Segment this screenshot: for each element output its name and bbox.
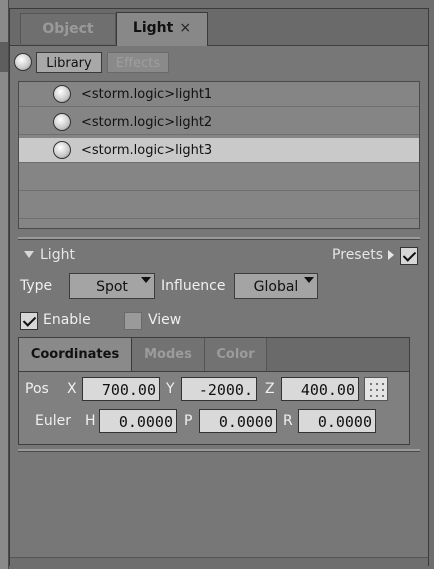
enable-checkbox[interactable] [20,312,38,330]
bottom-bar [10,557,428,566]
z-axis-label: Z [265,381,275,397]
section-title: Light [40,247,75,263]
chevron-down-icon [304,277,314,283]
divider [18,237,420,240]
light-name: <storm.logic>light2 [81,115,213,130]
euler-h-field[interactable]: 0.0000 [99,409,177,433]
r-axis-label: R [283,413,293,429]
euler-r-field[interactable]: 0.0000 [298,409,376,433]
influence-dropdown[interactable]: Global [234,273,318,299]
euler-p-field[interactable]: 0.0000 [199,409,277,433]
enable-row: Enable View [18,309,422,333]
type-label: Type [20,278,53,294]
library-toolbar: Library Effects [10,49,428,77]
enable-label: Enable [43,312,91,328]
tab-light-label: Light [132,20,174,36]
light-toggle-icon[interactable] [53,85,71,103]
y-axis-label: Y [166,381,175,397]
x-axis-label: X [67,381,77,397]
tab-coordinates[interactable]: Coordinates [19,338,132,371]
collapse-triangle-icon[interactable] [24,251,34,258]
toggle-circle-button[interactable] [14,53,32,71]
influence-label: Influence [161,278,226,294]
empty-list-row [19,194,419,219]
type-value: Spot [96,279,128,295]
influence-value: Global [253,279,299,295]
tab-light[interactable]: Light × [116,12,208,46]
pos-label: Pos [25,381,49,397]
empty-list-row [19,166,419,191]
tab-object[interactable]: Object [20,13,116,44]
effects-button[interactable]: Effects [107,52,169,73]
type-dropdown[interactable]: Spot [69,273,155,299]
light-toggle-icon[interactable] [53,141,71,159]
pos-y-field[interactable]: -2000. [181,377,257,401]
pos-x-field[interactable]: 700.00 [82,377,160,401]
tab-bar: Object Light × [10,9,428,46]
light-section-header[interactable]: Light Presets [18,245,422,267]
pos-row: Pos X 700.00 Y -2000. Z 400.00 [19,377,409,403]
dock-handle[interactable] [0,42,8,72]
grid-dots-icon[interactable] [364,377,388,401]
light-panel: Object Light × Library Effects <storm.log… [9,8,429,566]
p-axis-label: P [184,413,193,429]
light-name: <storm.logic>light1 [81,87,213,102]
list-item-selected[interactable]: <storm.logic>light3 [19,138,419,163]
euler-row: Euler H 0.0000 P 0.0000 R 0.0000 [19,409,409,435]
view-checkbox[interactable] [124,312,142,330]
light-list: <storm.logic>light1 <storm.logic>light2 … [18,81,420,229]
view-label: View [148,312,182,328]
light-toggle-icon[interactable] [53,113,71,131]
close-icon[interactable]: × [179,20,191,36]
tab-modes[interactable]: Modes [132,338,205,371]
chevron-down-icon [141,277,151,283]
subtab-bar: Coordinates Modes Color [19,338,409,372]
presets-arrow-icon [388,250,394,260]
presets-checkbox[interactable] [400,247,418,265]
list-item[interactable]: <storm.logic>light1 [19,82,419,107]
h-axis-label: H [85,413,96,429]
presets-label: Presets [332,247,383,263]
euler-label: Euler [35,413,71,429]
coordinates-panel: Coordinates Modes Color Pos X 700.00 Y -… [18,337,410,445]
light-name: <storm.logic>light3 [81,143,213,158]
pos-z-field[interactable]: 400.00 [281,377,359,401]
left-dock-strip [0,0,9,569]
divider [18,449,420,452]
window-frame: Object Light × Library Effects <storm.log… [0,0,434,569]
library-button[interactable]: Library [36,52,102,73]
presets-menu[interactable]: Presets [332,247,394,263]
type-row: Type Spot Influence Global [18,273,422,301]
tab-color[interactable]: Color [205,338,267,371]
tab-object-label: Object [42,21,94,37]
list-item[interactable]: <storm.logic>light2 [19,110,419,135]
